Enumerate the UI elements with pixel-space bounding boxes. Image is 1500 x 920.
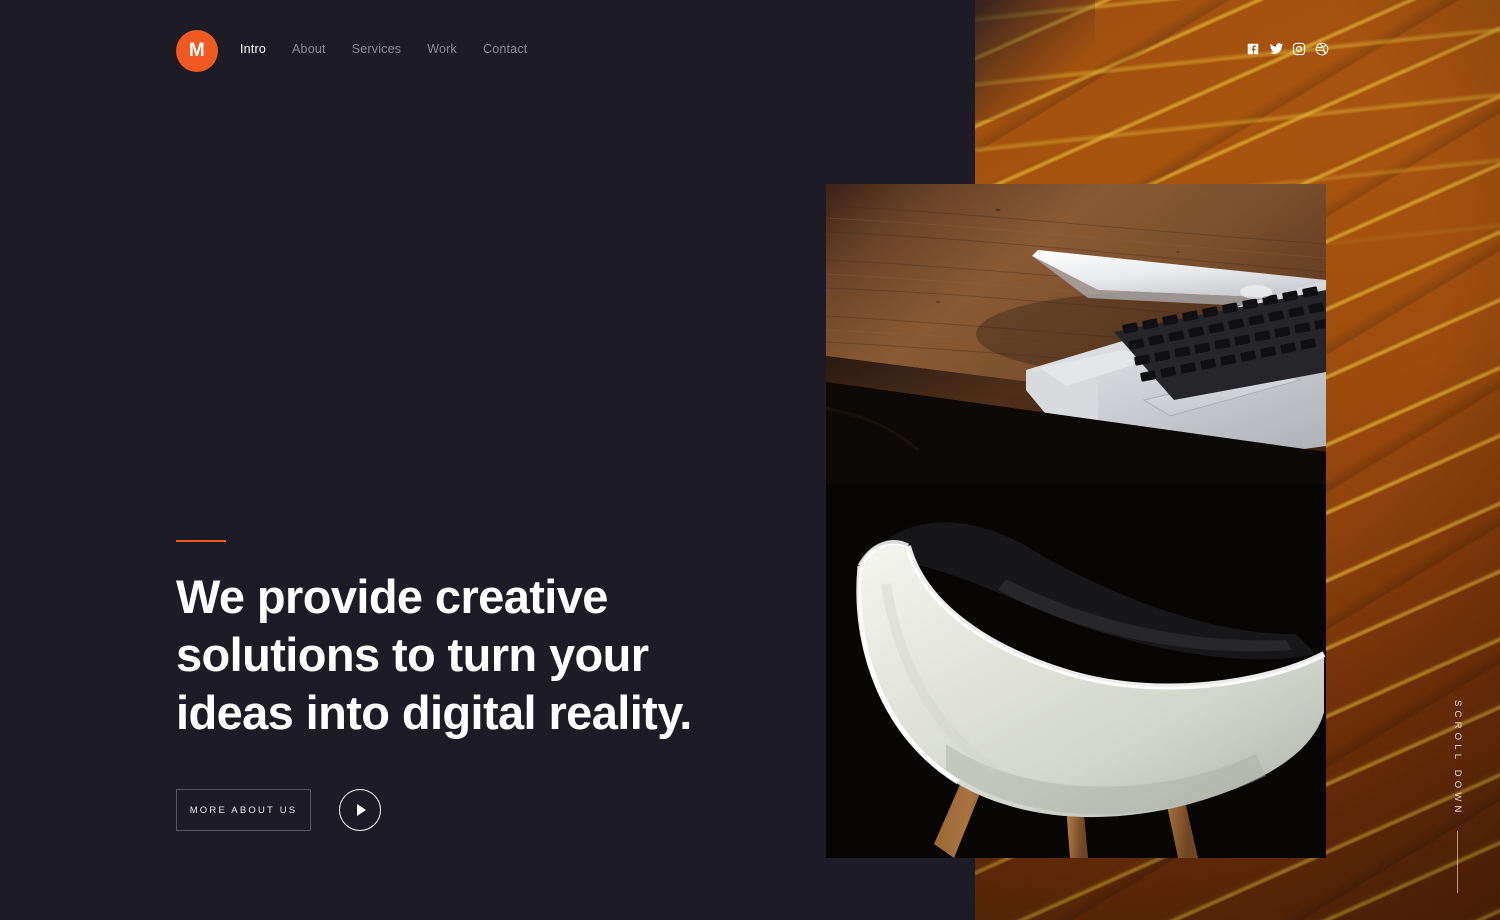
hero-photo [826,184,1326,858]
more-about-us-button[interactable]: MORE ABOUT US [176,789,311,831]
logo-letter: M [188,40,206,61]
page-title: We provide creative solutions to turn yo… [176,570,692,739]
accent-line [176,540,226,542]
nav-item-services[interactable]: Services [352,42,402,56]
scroll-down-label: SCROLL DOWN [1452,700,1463,817]
nav-item-about[interactable]: About [292,42,326,56]
nav-item-intro[interactable]: Intro [240,42,266,56]
nav-item-contact[interactable]: Contact [483,42,527,56]
instagram-icon[interactable] [1292,42,1306,56]
play-icon [357,804,366,816]
site-header: M Intro About Services Work Contact [0,0,1500,100]
hero-section: We provide creative solutions to turn yo… [176,540,776,831]
scroll-down-indicator[interactable]: SCROLL DOWN [1452,700,1463,893]
play-video-button[interactable] [339,789,381,831]
nav-item-work[interactable]: Work [427,42,457,56]
dribbble-icon[interactable] [1315,42,1329,56]
main-nav: Intro About Services Work Contact [240,42,527,56]
cta-row: MORE ABOUT US [176,789,776,831]
scroll-down-line [1457,830,1458,893]
twitter-icon[interactable] [1269,42,1283,56]
social-links [1246,42,1329,56]
logo[interactable]: M [176,30,218,72]
facebook-icon[interactable] [1246,42,1260,56]
